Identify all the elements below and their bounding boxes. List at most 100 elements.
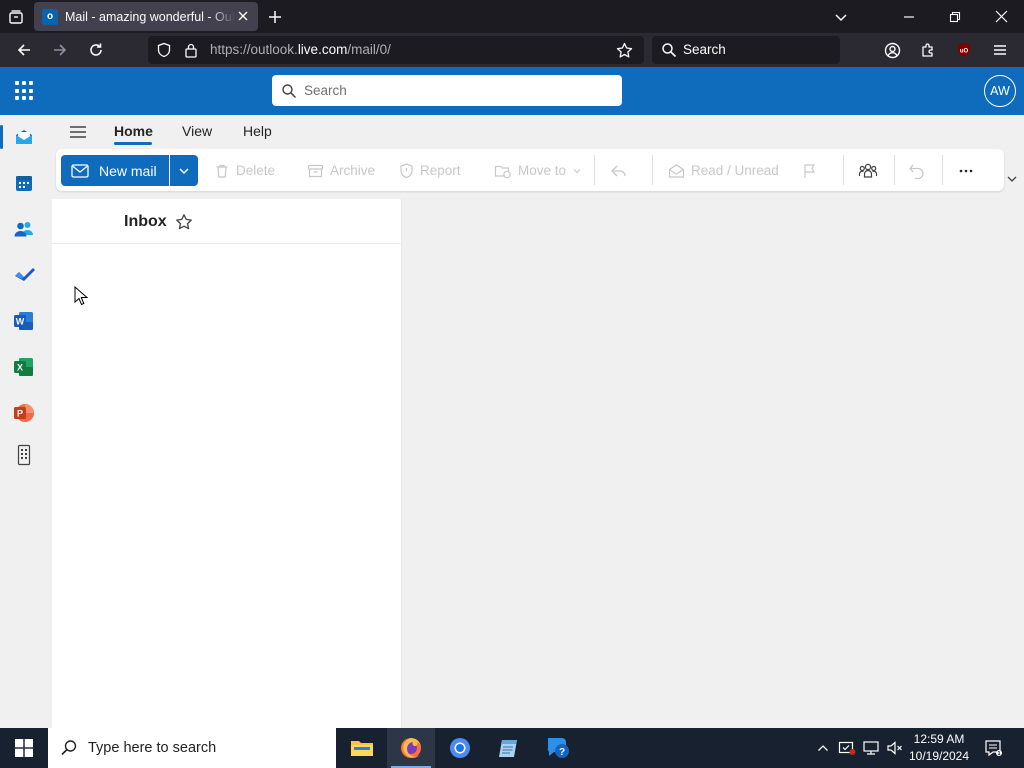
tracking-protection-shield-icon[interactable] — [156, 42, 172, 58]
taskbar-file-explorer[interactable] — [338, 728, 386, 768]
url-path: /mail/0/ — [347, 42, 391, 57]
file-explorer-folder-icon — [351, 741, 373, 756]
trash-icon — [216, 164, 228, 178]
list-all-tabs-chevron-icon[interactable] — [826, 0, 856, 33]
tab-help[interactable]: Help — [243, 123, 272, 139]
address-bar[interactable]: https://outlook.live.com/mail/0/ — [148, 36, 644, 64]
tray-security-icon[interactable] — [836, 728, 858, 768]
excel-icon: X — [14, 358, 33, 376]
toolbar-divider — [894, 155, 895, 185]
browser-tab-active[interactable]: o Mail - amazing wonderful - Outlook — [34, 2, 258, 31]
folder-title: Inbox — [124, 213, 167, 230]
taskbar-notepad[interactable] — [485, 728, 533, 768]
toolbar-divider — [594, 155, 595, 185]
report-label: Report — [420, 163, 461, 178]
tray-network-icon[interactable] — [860, 728, 882, 768]
menu-hamburger-icon[interactable] — [986, 36, 1014, 64]
svg-text:P: P — [17, 409, 23, 419]
ribbon-expand-chevron-icon[interactable] — [1006, 174, 1018, 184]
delete-button[interactable]: Delete — [214, 155, 275, 186]
mouse-pointer-icon — [74, 286, 88, 306]
delete-label: Delete — [236, 163, 276, 178]
extensions-puzzle-icon[interactable] — [914, 36, 942, 64]
move-to-button[interactable]: Move to — [494, 155, 582, 186]
chromium-icon — [450, 738, 470, 758]
back-arrow-icon[interactable] — [10, 36, 38, 64]
archive-icon — [307, 164, 324, 177]
action-center-notification-icon[interactable]: 1 — [978, 728, 1008, 768]
search-icon — [60, 739, 78, 757]
tab-overview-icon[interactable] — [4, 0, 28, 33]
archive-button[interactable]: Archive — [307, 155, 375, 186]
open-envelope-icon — [668, 163, 685, 178]
tray-overflow-chevron-icon[interactable] — [814, 728, 832, 768]
flag-icon — [804, 163, 816, 178]
taskbar-chrome[interactable] — [436, 728, 484, 768]
powerpoint-icon: P — [14, 404, 34, 422]
rail-more-apps[interactable] — [0, 435, 48, 475]
url-text[interactable]: https://outlook.live.com/mail/0/ — [210, 42, 391, 57]
account-icon[interactable] — [878, 36, 906, 64]
groups-button[interactable] — [858, 155, 878, 186]
taskbar-firefox[interactable] — [387, 728, 435, 768]
reload-icon[interactable] — [82, 36, 110, 64]
search-icon — [281, 83, 297, 99]
more-options-button[interactable] — [958, 155, 974, 186]
tray-volume-muted-icon[interactable] — [884, 728, 906, 768]
app-launcher-waffle-icon[interactable] — [12, 79, 36, 103]
calendar-icon — [16, 176, 32, 191]
mail-search-input[interactable]: Search — [272, 75, 622, 106]
outlook-favicon-icon: o — [42, 8, 58, 25]
new-mail-label: New mail — [99, 162, 157, 179]
rail-word[interactable]: W — [0, 301, 48, 341]
new-mail-button[interactable]: New mail — [61, 155, 169, 186]
rail-excel[interactable]: X — [0, 347, 48, 387]
minimize-window-icon[interactable] — [894, 0, 924, 33]
people-icon — [14, 222, 33, 237]
account-avatar[interactable]: AW — [984, 75, 1016, 107]
toolbar-divider — [652, 155, 653, 185]
forward-arrow-icon[interactable] — [46, 36, 74, 64]
windows-start-icon[interactable] — [0, 728, 48, 768]
svg-text:X: X — [17, 363, 23, 373]
rail-mail[interactable] — [0, 117, 48, 157]
tab-title: Mail - amazing wonderful - Outlook — [65, 9, 235, 24]
taskbar-clock[interactable]: 12:59 AM 10/19/2024 — [906, 731, 972, 765]
browser-search-box[interactable]: Search — [652, 36, 840, 64]
get-help-icon: ? — [547, 738, 569, 758]
taskbar-search-box[interactable]: Type here to search — [48, 728, 336, 768]
tab-home[interactable]: Home — [114, 123, 153, 139]
restore-window-icon[interactable] — [940, 0, 970, 33]
flag-button[interactable] — [802, 155, 818, 186]
taskbar-help[interactable]: ? — [534, 728, 582, 768]
lock-icon[interactable] — [184, 42, 198, 58]
envelope-icon — [71, 163, 89, 178]
toolbar-divider — [843, 155, 844, 185]
groups-icon — [858, 163, 878, 178]
favorite-star-icon[interactable] — [175, 213, 193, 231]
nav-pane-toggle-hamburger-icon[interactable] — [68, 124, 88, 140]
rail-powerpoint[interactable]: P — [0, 393, 48, 433]
reply-button[interactable] — [610, 155, 628, 186]
bookmark-star-icon[interactable] — [616, 42, 633, 59]
undo-button[interactable] — [908, 155, 926, 186]
more-apps-icon — [17, 444, 31, 466]
rail-active-indicator — [0, 125, 3, 149]
app-rail: W X P — [0, 115, 48, 728]
rail-todo[interactable] — [0, 255, 48, 295]
new-mail-dropdown-button[interactable] — [170, 155, 198, 186]
move-to-label: Move to — [518, 163, 567, 178]
tab-close-icon[interactable] — [236, 9, 250, 23]
firefox-icon — [401, 738, 421, 758]
ublock-origin-icon[interactable]: uO — [950, 36, 978, 64]
close-window-icon[interactable] — [986, 0, 1016, 33]
rail-calendar[interactable] — [0, 163, 48, 203]
read-unread-button[interactable]: Read / Unread — [668, 155, 779, 186]
report-button[interactable]: Report — [399, 155, 461, 186]
tab-view[interactable]: View — [182, 123, 212, 139]
new-tab-plus-icon[interactable] — [262, 0, 288, 33]
archive-label: Archive — [330, 163, 376, 178]
windows-taskbar: Type here to search ? 12:59 AM 10/19/202… — [0, 728, 1024, 768]
rail-people[interactable] — [0, 209, 48, 249]
browser-nav-bar: https://outlook.live.com/mail/0/ Search … — [0, 33, 1024, 67]
